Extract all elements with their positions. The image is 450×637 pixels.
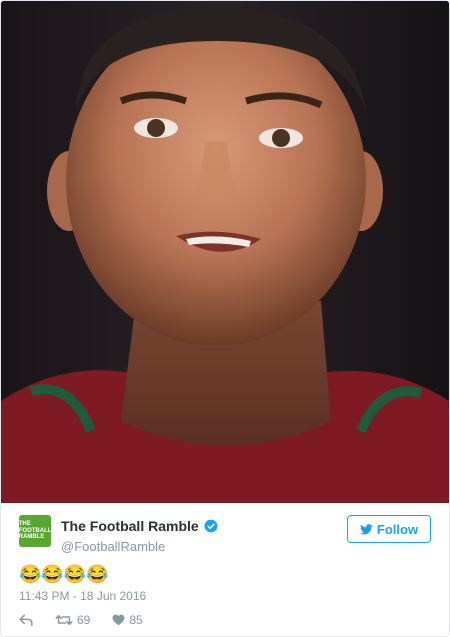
player-closeup-image: [1, 1, 449, 503]
author-block[interactable]: The Football Ramble @FootballRamble: [61, 518, 218, 554]
tweet-actions: 69 85: [19, 613, 165, 627]
tweet-timestamp[interactable]: 11:43 PM - 18 Jun 2016: [19, 589, 146, 603]
reply-button[interactable]: [19, 614, 33, 626]
embedded-tweet-card: THE FOOTBALL RAMBLE The Football Ramble …: [0, 0, 450, 637]
tweet-header: THE FOOTBALL RAMBLE The Football Ramble …: [19, 515, 431, 555]
follow-button[interactable]: Follow: [347, 515, 431, 543]
tweet-photo[interactable]: [1, 1, 449, 503]
avatar-logo-text: THE FOOTBALL RAMBLE: [19, 521, 51, 541]
like-count: 85: [129, 613, 143, 627]
author-handle[interactable]: @FootballRamble: [61, 539, 218, 554]
author-name[interactable]: The Football Ramble: [61, 518, 218, 534]
verified-icon: [204, 519, 218, 533]
author-display-name: The Football Ramble: [61, 518, 199, 534]
retweet-count: 69: [77, 613, 91, 627]
reply-icon: [19, 614, 33, 626]
twitter-bird-icon: [359, 523, 373, 534]
follow-label: Follow: [376, 521, 419, 537]
retweet-icon: [55, 615, 73, 625]
tweet-text: 😂😂😂😂: [19, 564, 109, 584]
like-button[interactable]: 85: [112, 613, 143, 627]
avatar[interactable]: THE FOOTBALL RAMBLE: [19, 515, 51, 547]
retweet-button[interactable]: 69: [55, 613, 90, 627]
heart-icon: [112, 614, 125, 626]
